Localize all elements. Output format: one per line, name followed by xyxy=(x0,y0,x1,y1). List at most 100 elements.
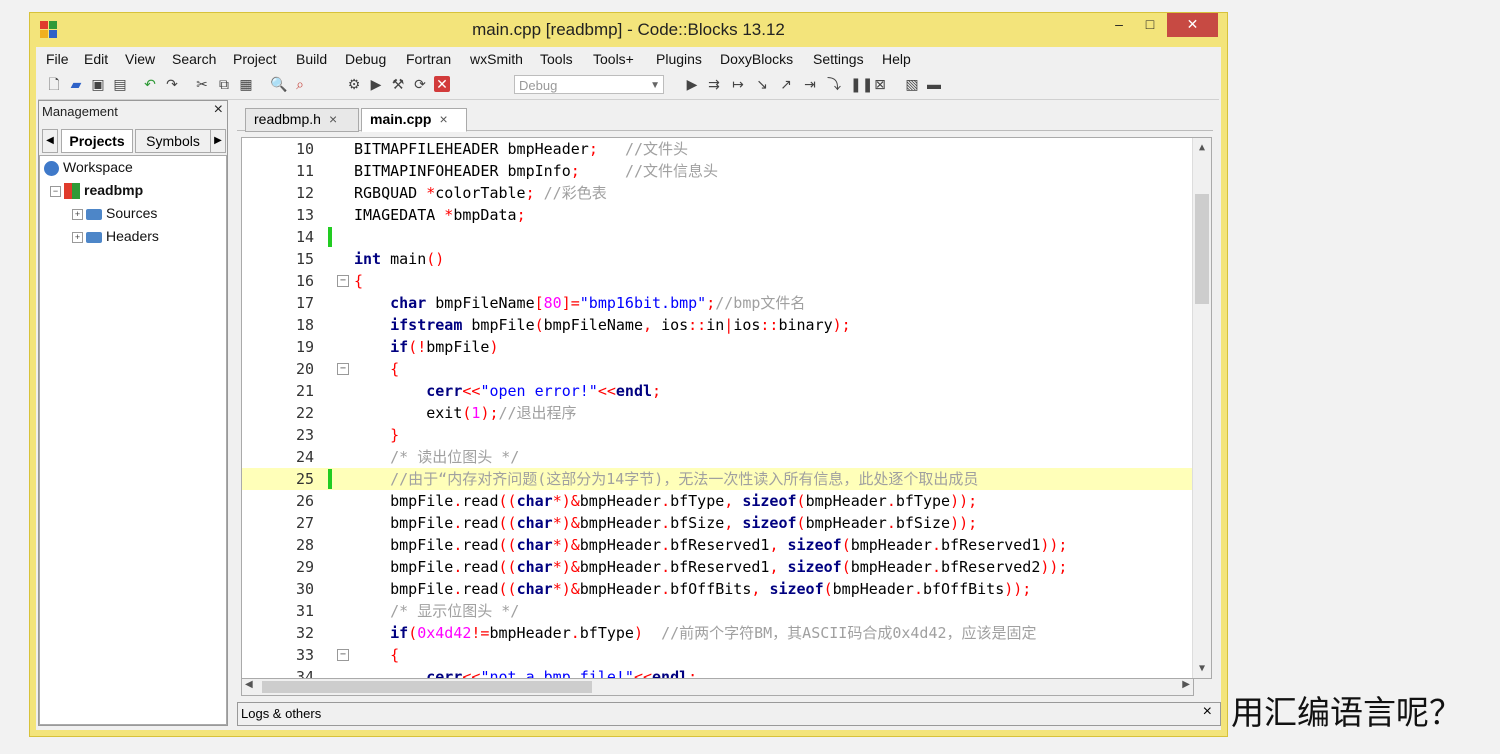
code-line[interactable]: 29 bmpFile.read((char*)&bmpHeader.bfRese… xyxy=(242,556,1193,578)
management-close-icon[interactable]: × xyxy=(214,101,223,119)
code-editor[interactable]: 10 BITMAPFILEHEADER bmpHeader; //文件头 11 BIT… xyxy=(241,137,1212,679)
step-instruction-icon[interactable]: ⤵ xyxy=(826,76,842,92)
minimize-button[interactable]: – xyxy=(1105,13,1133,37)
next-instruction-icon[interactable]: ⇥ xyxy=(802,76,818,92)
run-icon[interactable]: ▶ xyxy=(368,76,384,92)
scroll-down-icon[interactable]: ▼ xyxy=(1193,663,1211,674)
menu-plugins[interactable]: Plugins xyxy=(656,51,702,67)
debug-windows-icon[interactable]: ▧ xyxy=(904,76,920,92)
menu-file[interactable]: File xyxy=(46,51,69,67)
fold-toggle-icon[interactable]: − xyxy=(337,275,349,287)
abort-icon[interactable]: ✕ xyxy=(434,76,450,92)
tab-scroll-right-icon[interactable]: ▶ xyxy=(210,129,226,153)
maximize-button[interactable]: □ xyxy=(1136,13,1164,37)
next-line-icon[interactable]: ↦ xyxy=(730,76,746,92)
code-line[interactable]: 11 BITMAPINFOHEADER bmpInfo; //文件信息头 xyxy=(242,160,1193,182)
tab-projects[interactable]: Projects xyxy=(61,129,133,153)
tab-close-icon[interactable]: × xyxy=(329,111,337,127)
menu-edit[interactable]: Edit xyxy=(84,51,108,67)
menu-debug[interactable]: Debug xyxy=(345,51,386,67)
find-icon[interactable]: 🔍 xyxy=(270,76,287,92)
tab-symbols[interactable]: Symbols xyxy=(135,129,211,153)
menu-help[interactable]: Help xyxy=(882,51,911,67)
fold-toggle-icon[interactable]: − xyxy=(337,363,349,375)
title-bar[interactable]: main.cpp [readbmp] - Code::Blocks 13.12 … xyxy=(30,13,1227,47)
code-line[interactable]: 10 BITMAPFILEHEADER bmpHeader; //文件头 xyxy=(242,138,1193,160)
code-line[interactable]: 19 if(!bmpFile) xyxy=(242,336,1193,358)
debug-info-icon[interactable]: ▬ xyxy=(926,76,942,92)
code-line[interactable]: 14 xyxy=(242,226,1193,248)
stop-debug-icon[interactable]: ⊠ xyxy=(872,76,888,92)
code-line[interactable]: 28 bmpFile.read((char*)&bmpHeader.bfRese… xyxy=(242,534,1193,556)
replace-icon[interactable]: ⌕ xyxy=(292,76,308,92)
menu-view[interactable]: View xyxy=(125,51,155,67)
paste-icon[interactable]: ▦ xyxy=(238,76,254,92)
build-gear-icon[interactable]: ⚙ xyxy=(346,76,362,92)
step-out-icon[interactable]: ↗ xyxy=(778,76,794,92)
expand-icon[interactable]: + xyxy=(72,208,83,220)
menu-tools-plus[interactable]: Tools+ xyxy=(593,51,634,67)
tree-folder-headers[interactable]: + Headers xyxy=(72,228,159,244)
code-line[interactable]: 22 exit(1);//退出程序 xyxy=(242,402,1193,424)
step-into-icon[interactable]: ↘ xyxy=(754,76,770,92)
menu-search[interactable]: Search xyxy=(172,51,216,67)
vertical-scroll-thumb[interactable] xyxy=(1195,194,1209,304)
scroll-right-icon[interactable]: ▶ xyxy=(1182,679,1190,690)
close-button[interactable]: ✕ xyxy=(1167,13,1218,37)
tree-workspace[interactable]: Workspace xyxy=(44,159,133,176)
tab-close-icon[interactable]: × xyxy=(439,111,447,127)
horizontal-scroll-thumb[interactable] xyxy=(262,681,592,693)
collapse-icon[interactable]: − xyxy=(50,185,61,197)
pause-icon[interactable]: ❚❚ xyxy=(850,76,873,92)
code-line[interactable]: 13 IMAGEDATA *bmpData; xyxy=(242,204,1193,226)
scroll-left-icon[interactable]: ◀ xyxy=(245,679,253,690)
redo-icon[interactable]: ↷ xyxy=(164,76,180,92)
code-line[interactable]: 18 ifstream bmpFile(bmpFileName, ios::in… xyxy=(242,314,1193,336)
code-line[interactable]: 17 char bmpFileName[80]="bmp16bit.bmp";/… xyxy=(242,292,1193,314)
undo-icon[interactable]: ↶ xyxy=(142,76,158,92)
code-line[interactable]: 32 if(0x4d42!=bmpHeader.bfType) //前两个字符B… xyxy=(242,622,1193,644)
scroll-up-icon[interactable]: ▲ xyxy=(1193,142,1211,153)
code-line[interactable]: 15 int main() xyxy=(242,248,1193,270)
menu-wxsmith[interactable]: wxSmith xyxy=(470,51,523,67)
expand-icon[interactable]: + xyxy=(72,231,83,243)
debug-start-icon[interactable]: ▶ xyxy=(684,76,700,92)
horizontal-scrollbar[interactable]: ◀ ▶ xyxy=(241,678,1194,696)
tab-scroll-left-icon[interactable]: ◀ xyxy=(42,129,58,153)
code-line[interactable]: 21 cerr<<"open error!"<<endl; xyxy=(242,380,1193,402)
save-icon[interactable]: ▣ xyxy=(90,76,106,92)
tree-folder-sources[interactable]: + Sources xyxy=(72,205,157,221)
menu-project[interactable]: Project xyxy=(233,51,277,67)
logs-panel[interactable]: Logs & others × xyxy=(237,702,1221,726)
code-line[interactable]: 30 bmpFile.read((char*)&bmpHeader.bfOffB… xyxy=(242,578,1193,600)
code-line[interactable]: 25 //由于“内存对齐问题(这部分为14字节)，无法一次性读入所有信息，此处逐… xyxy=(242,468,1193,490)
open-file-icon[interactable]: ▰ xyxy=(68,76,84,92)
new-file-icon[interactable]: 🗋 xyxy=(46,76,62,92)
tree-project[interactable]: − readbmp xyxy=(50,182,143,200)
tab-readbmp-h[interactable]: readbmp.h × xyxy=(245,108,359,132)
code-line[interactable]: 26 bmpFile.read((char*)&bmpHeader.bfType… xyxy=(242,490,1193,512)
copy-icon[interactable]: ⧉ xyxy=(216,76,232,92)
run-to-cursor-icon[interactable]: ⇉ xyxy=(706,76,722,92)
menu-fortran[interactable]: Fortran xyxy=(406,51,451,67)
code-line[interactable]: 23 } xyxy=(242,424,1193,446)
cut-icon[interactable]: ✂ xyxy=(194,76,210,92)
code-line[interactable]: 12 RGBQUAD *colorTable; //彩色表 xyxy=(242,182,1193,204)
code-line[interactable]: 33 − { xyxy=(242,644,1193,666)
build-run-icon[interactable]: ⚒ xyxy=(390,76,406,92)
code-line[interactable]: 20 − { xyxy=(242,358,1193,380)
menu-tools[interactable]: Tools xyxy=(540,51,573,67)
tab-main-cpp[interactable]: main.cpp × xyxy=(361,108,467,132)
menu-settings[interactable]: Settings xyxy=(813,51,864,67)
menu-build[interactable]: Build xyxy=(296,51,327,67)
logs-close-icon[interactable]: × xyxy=(1203,703,1212,721)
fold-toggle-icon[interactable]: − xyxy=(337,649,349,661)
save-all-icon[interactable]: ▤ xyxy=(112,76,128,92)
build-target-select[interactable]: Debug ▼ xyxy=(514,75,664,94)
code-line[interactable]: 16 −{ xyxy=(242,270,1193,292)
menu-doxyblocks[interactable]: DoxyBlocks xyxy=(720,51,793,67)
code-line[interactable]: 24 /* 读出位图头 */ xyxy=(242,446,1193,468)
rebuild-icon[interactable]: ⟳ xyxy=(412,76,428,92)
vertical-scrollbar[interactable]: ▲ ▼ xyxy=(1192,138,1211,678)
code-line[interactable]: 27 bmpFile.read((char*)&bmpHeader.bfSize… xyxy=(242,512,1193,534)
